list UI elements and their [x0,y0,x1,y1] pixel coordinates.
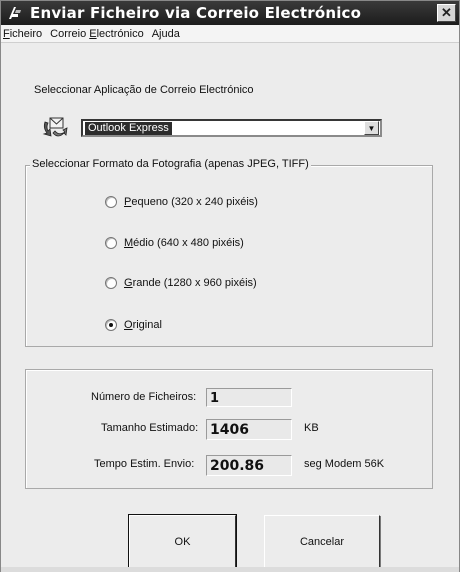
menu-correio-pre: Correio [50,27,90,40]
estimated-time-field: 200.86 [206,455,292,476]
estimated-size-field: 1406 [206,419,292,440]
radio-option-pequeno[interactable]: Pequeno (320 x 240 pixéis) [105,196,258,208]
mail-app-label: Seleccionar Aplicação de Correio Electró… [34,84,254,96]
menu-ajuda[interactable]: Ajuda [149,28,185,40]
files-count-field: 1 [206,388,292,407]
menu-correio-electronico[interactable]: Correio Electrónico [47,28,149,40]
menu-correio-mnemonic: E [89,27,97,40]
radio-option-medio[interactable]: Médio (640 x 480 pixéis) [105,237,244,249]
radio-label-mnemonic: G [124,277,133,289]
window-bottom-edge [1,567,459,572]
app-logo-icon [9,7,21,19]
radio-label-mnemonic: O [124,319,133,331]
radio-label-rest: equeno (320 x 240 pixéis) [131,196,258,208]
mail-app-icon [42,117,68,137]
radio-button[interactable] [105,277,117,289]
menu-ficheiro-rest: icheiro [9,27,43,40]
radio-button[interactable] [105,237,117,249]
radio-button[interactable] [105,196,117,208]
mail-app-select[interactable]: Outlook Express ▼ [81,119,382,137]
menu-ficheiro-mnemonic: F [3,27,10,40]
radio-label: Original [124,319,162,331]
photo-format-group [25,165,433,347]
cancel-button[interactable]: Cancelar [264,515,380,569]
radio-label-rest: édio (640 x 480 pixéis) [133,237,244,249]
radio-label: Médio (640 x 480 pixéis) [124,237,244,249]
estimated-time-unit: seg Modem 56K [304,458,385,470]
menu-bar: Ficheiro Correio Electrónico Ajuda [1,25,459,43]
radio-label: Grande (1280 x 960 pixéis) [124,277,257,289]
menu-correio-post: lectrónico [96,27,144,40]
window-title: Enviar Ficheiro via Correio Electrónico [30,4,362,22]
menu-ficheiro[interactable]: Ficheiro [1,28,47,40]
radio-label: Pequeno (320 x 240 pixéis) [124,196,258,208]
radio-label-rest: riginal [132,319,162,331]
photo-format-group-title: Seleccionar Formato da Fotografia (apena… [30,158,311,170]
estimated-time-label: Tempo Estim. Envio: [94,458,195,470]
title-bar[interactable]: Enviar Ficheiro via Correio Electrónico … [1,1,459,25]
close-button[interactable]: ✕ [437,4,456,22]
close-icon: ✕ [441,5,452,20]
dropdown-arrow-button[interactable]: ▼ [364,121,379,135]
ok-button[interactable]: OK [128,514,237,570]
chevron-down-icon: ▼ [367,123,376,133]
mail-app-selected-value: Outlook Express [85,122,172,135]
send-email-dialog: Enviar Ficheiro via Correio Electrónico … [0,0,460,572]
files-count-label: Número de Ficheiros: [91,391,197,403]
radio-button-checked[interactable] [105,319,117,331]
estimated-size-unit: KB [304,422,319,434]
radio-option-grande[interactable]: Grande (1280 x 960 pixéis) [105,277,257,289]
estimated-size-label: Tamanho Estimado: [101,422,199,434]
radio-label-mnemonic: M [124,237,134,249]
radio-label-rest: rande (1280 x 960 pixéis) [132,277,257,289]
radio-option-original[interactable]: Original [105,319,162,331]
